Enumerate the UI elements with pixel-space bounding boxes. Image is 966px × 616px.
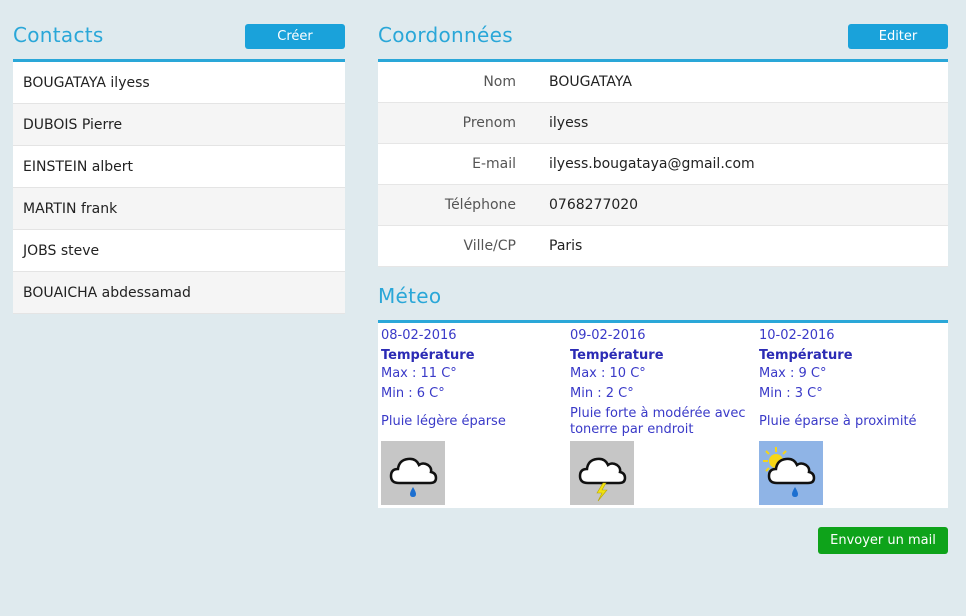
send-mail-button[interactable]: Envoyer un mail bbox=[818, 527, 948, 554]
weather-max: Max : 11 C° bbox=[381, 366, 457, 381]
details-title: Coordonnées bbox=[378, 23, 513, 47]
weather-forecast: 08-02-2016 Température Max : 11 C° Min :… bbox=[378, 320, 948, 508]
weather-day: 10-02-2016 Température Max : 9 C° Min : … bbox=[759, 327, 944, 511]
app-root: Contacts Créer BOUGATAYA ilyess DUBOIS P… bbox=[0, 0, 966, 616]
details-label: Prenom bbox=[462, 115, 516, 131]
details-value: 0768277020 bbox=[549, 197, 639, 213]
contact-list-item[interactable]: DUBOIS Pierre bbox=[13, 104, 345, 146]
details-value: ilyess bbox=[549, 115, 589, 131]
weather-date: 10-02-2016 bbox=[759, 328, 835, 343]
weather-description: Pluie forte à modérée avec tonerre par e… bbox=[570, 406, 746, 437]
weather-temp-label: Température bbox=[759, 348, 853, 363]
weather-min: Min : 2 C° bbox=[570, 386, 634, 401]
details-row-ville: Ville/CP Paris bbox=[378, 226, 948, 267]
weather-date: 08-02-2016 bbox=[381, 328, 457, 343]
details-value: ilyess.bougataya@gmail.com bbox=[549, 156, 755, 172]
weather-temp-label: Température bbox=[570, 348, 664, 363]
details-label: E-mail bbox=[472, 156, 516, 172]
details-label: Téléphone bbox=[444, 197, 516, 213]
contact-list-item[interactable]: JOBS steve bbox=[13, 230, 345, 272]
sun-rain-cloud-icon bbox=[759, 441, 823, 505]
contacts-title: Contacts bbox=[13, 23, 104, 47]
details-label: Ville/CP bbox=[463, 238, 517, 254]
details-value: Paris bbox=[549, 238, 583, 254]
weather-min: Min : 3 C° bbox=[759, 386, 823, 401]
weather-temp-label: Température bbox=[381, 348, 475, 363]
weather-description: Pluie éparse à proximité bbox=[759, 414, 917, 429]
edit-contact-button[interactable]: Editer bbox=[848, 24, 948, 49]
weather-title: Méteo bbox=[378, 284, 442, 308]
create-contact-button[interactable]: Créer bbox=[245, 24, 345, 49]
weather-max: Max : 10 C° bbox=[570, 366, 646, 381]
details-label: Nom bbox=[483, 74, 516, 90]
contact-list-item[interactable]: MARTIN frank bbox=[13, 188, 345, 230]
details-row-nom: Nom BOUGATAYA bbox=[378, 62, 948, 103]
weather-description: Pluie légère éparse bbox=[381, 414, 506, 429]
weather-day: 08-02-2016 Température Max : 11 C° Min :… bbox=[381, 327, 566, 511]
contact-list-item[interactable]: BOUAICHA abdessamad bbox=[13, 272, 345, 314]
details-row-prenom: Prenom ilyess bbox=[378, 103, 948, 144]
thunder-cloud-icon bbox=[570, 441, 634, 505]
details-row-email: E-mail ilyess.bougataya@gmail.com bbox=[378, 144, 948, 185]
contact-list-item[interactable]: BOUGATAYA ilyess bbox=[13, 62, 345, 104]
details-row-telephone: Téléphone 0768277020 bbox=[378, 185, 948, 226]
contact-list-item[interactable]: EINSTEIN albert bbox=[13, 146, 345, 188]
details-value: BOUGATAYA bbox=[549, 74, 632, 90]
weather-min: Min : 6 C° bbox=[381, 386, 445, 401]
contact-details-table: Nom BOUGATAYA Prenom ilyess E-mail ilyes… bbox=[378, 59, 948, 267]
weather-day: 09-02-2016 Température Max : 10 C° Min :… bbox=[570, 327, 755, 511]
rain-cloud-icon bbox=[381, 441, 445, 505]
contacts-list: BOUGATAYA ilyess DUBOIS Pierre EINSTEIN … bbox=[13, 59, 345, 314]
weather-date: 09-02-2016 bbox=[570, 328, 646, 343]
weather-max: Max : 9 C° bbox=[759, 366, 827, 381]
